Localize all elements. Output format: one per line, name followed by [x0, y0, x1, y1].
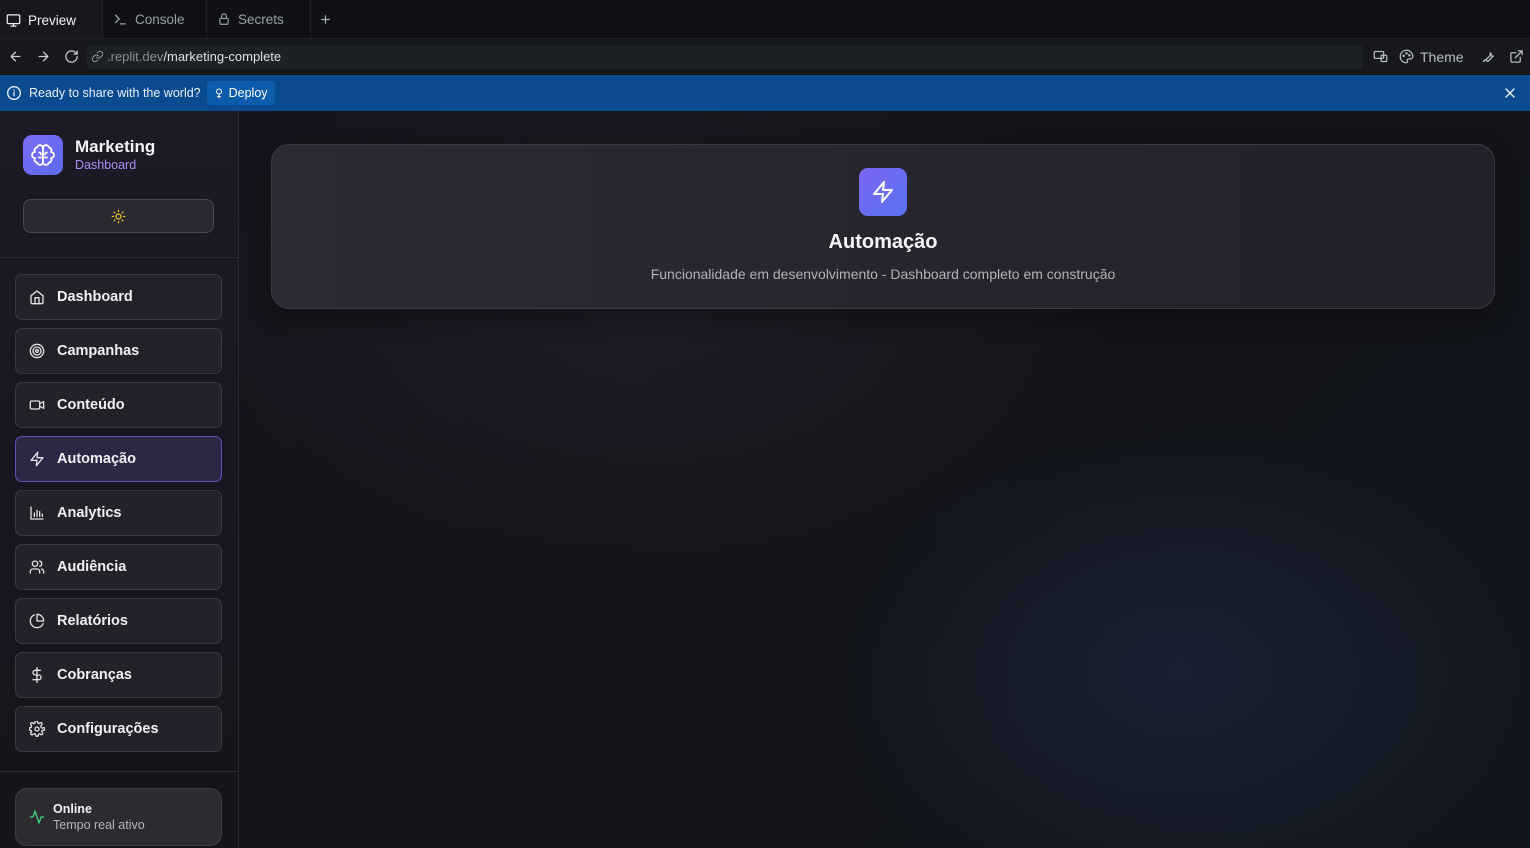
page-title: Automação	[828, 231, 938, 253]
devices-button[interactable]	[1369, 46, 1391, 68]
info-icon	[7, 86, 21, 100]
sidebar-item-cobrancas[interactable]: Cobranças	[15, 652, 222, 698]
home-icon	[30, 290, 44, 305]
tab-preview[interactable]: Preview	[0, 0, 103, 38]
add-tab-button[interactable]	[311, 0, 339, 38]
status-subtitle: Tempo real ativo	[53, 818, 145, 832]
link-icon	[91, 50, 104, 63]
users-icon	[29, 560, 45, 574]
workspace-tab-bar: Preview Console Secrets	[0, 0, 1530, 39]
tab-console-label: Console	[135, 11, 185, 27]
brain-icon	[23, 135, 63, 175]
tab-secrets[interactable]: Secrets	[207, 0, 311, 38]
sidebar-divider	[0, 771, 238, 772]
tab-console[interactable]: Console	[103, 0, 207, 38]
monitor-icon	[6, 13, 21, 27]
status-title: Online	[53, 802, 92, 816]
sidebar-item-label: Automação	[57, 451, 136, 467]
deploy-icon	[215, 88, 222, 99]
sidebar-item-dashboard[interactable]: Dashboard	[15, 274, 222, 320]
page-subtitle: Funcionalidade em desenvolvimento - Dash…	[650, 266, 1116, 282]
video-icon	[29, 400, 45, 410]
sidebar-item-label: Audiência	[57, 559, 127, 575]
sidebar-item-conteudo[interactable]: Conteúdo	[15, 382, 222, 428]
activity-icon	[29, 810, 45, 824]
arrow-left-icon	[10, 51, 20, 62]
sidebar-item-label: Dashboard	[57, 289, 133, 305]
sidebar-item-audiencia[interactable]: Audiência	[15, 544, 222, 590]
sidebar-item-label: Cobranças	[57, 667, 132, 683]
plus-icon	[320, 14, 330, 24]
address-bar: .replit.dev/marketing-complete Theme	[0, 39, 1530, 74]
app-preview: Marketing Dashboard Dashboard Campanhas …	[0, 111, 1530, 848]
connection-status-card: Online Tempo real ativo	[15, 788, 222, 846]
brand-subtitle: Dashboard	[75, 158, 137, 172]
external-link-icon	[1510, 50, 1523, 63]
theme-toggle-button[interactable]	[23, 199, 214, 233]
lock-icon	[219, 13, 229, 25]
palette-icon	[1399, 49, 1414, 64]
tab-preview-label: Preview	[28, 12, 77, 28]
devices-icon	[1373, 50, 1387, 63]
banner-message: Ready to share with the world?	[29, 86, 201, 100]
sidebar: Marketing Dashboard Dashboard Campanhas …	[0, 111, 239, 848]
wrench-icon	[1482, 52, 1495, 63]
deploy-banner: Ready to share with the world? Deploy	[0, 75, 1530, 111]
sidebar-item-label: Configurações	[57, 721, 159, 737]
sidebar-item-analytics[interactable]: Analytics	[15, 490, 222, 536]
open-new-tab-button[interactable]	[1506, 46, 1528, 68]
zap-icon	[859, 168, 907, 216]
url-path: /marketing-complete	[163, 49, 282, 64]
sidebar-item-configuracoes[interactable]: Configurações	[15, 706, 222, 752]
sidebar-item-label: Analytics	[57, 505, 122, 521]
dollar-icon	[32, 667, 42, 683]
sidebar-divider	[0, 257, 238, 258]
back-button[interactable]	[1, 43, 29, 71]
zap-icon	[30, 451, 44, 467]
sidebar-item-label: Conteúdo	[57, 397, 125, 413]
theme-button[interactable]: Theme	[1397, 49, 1472, 65]
refresh-icon	[64, 50, 78, 63]
sidebar-item-label: Campanhas	[57, 343, 140, 359]
automation-card: Automação Funcionalidade em desenvolvime…	[271, 144, 1495, 309]
sidebar-item-campanhas[interactable]: Campanhas	[15, 328, 222, 374]
target-icon	[29, 343, 45, 359]
sidebar-item-label: Relatórios	[57, 613, 128, 629]
reload-button[interactable]	[57, 43, 85, 71]
brand: Marketing Dashboard	[23, 135, 155, 175]
settings-icon	[29, 721, 45, 737]
sidebar-item-automacao[interactable]: Automação	[15, 436, 222, 482]
tab-secrets-label: Secrets	[238, 11, 284, 27]
deploy-label: Deploy	[228, 86, 268, 100]
sun-icon	[111, 209, 126, 223]
url-host: .replit.dev	[107, 49, 164, 64]
theme-label: Theme	[1420, 48, 1464, 65]
pie-chart-icon	[29, 613, 45, 629]
terminal-icon	[114, 14, 127, 24]
devtools-button[interactable]	[1478, 46, 1500, 68]
close-icon[interactable]	[1502, 85, 1518, 101]
arrow-right-icon	[38, 51, 48, 62]
deploy-button[interactable]: Deploy	[206, 81, 275, 105]
brand-title: Marketing	[75, 137, 156, 156]
forward-button[interactable]	[29, 43, 57, 71]
url-field[interactable]: .replit.dev/marketing-complete	[87, 44, 1363, 69]
sidebar-item-relatorios[interactable]: Relatórios	[15, 598, 222, 644]
bar-chart-icon	[30, 506, 44, 520]
